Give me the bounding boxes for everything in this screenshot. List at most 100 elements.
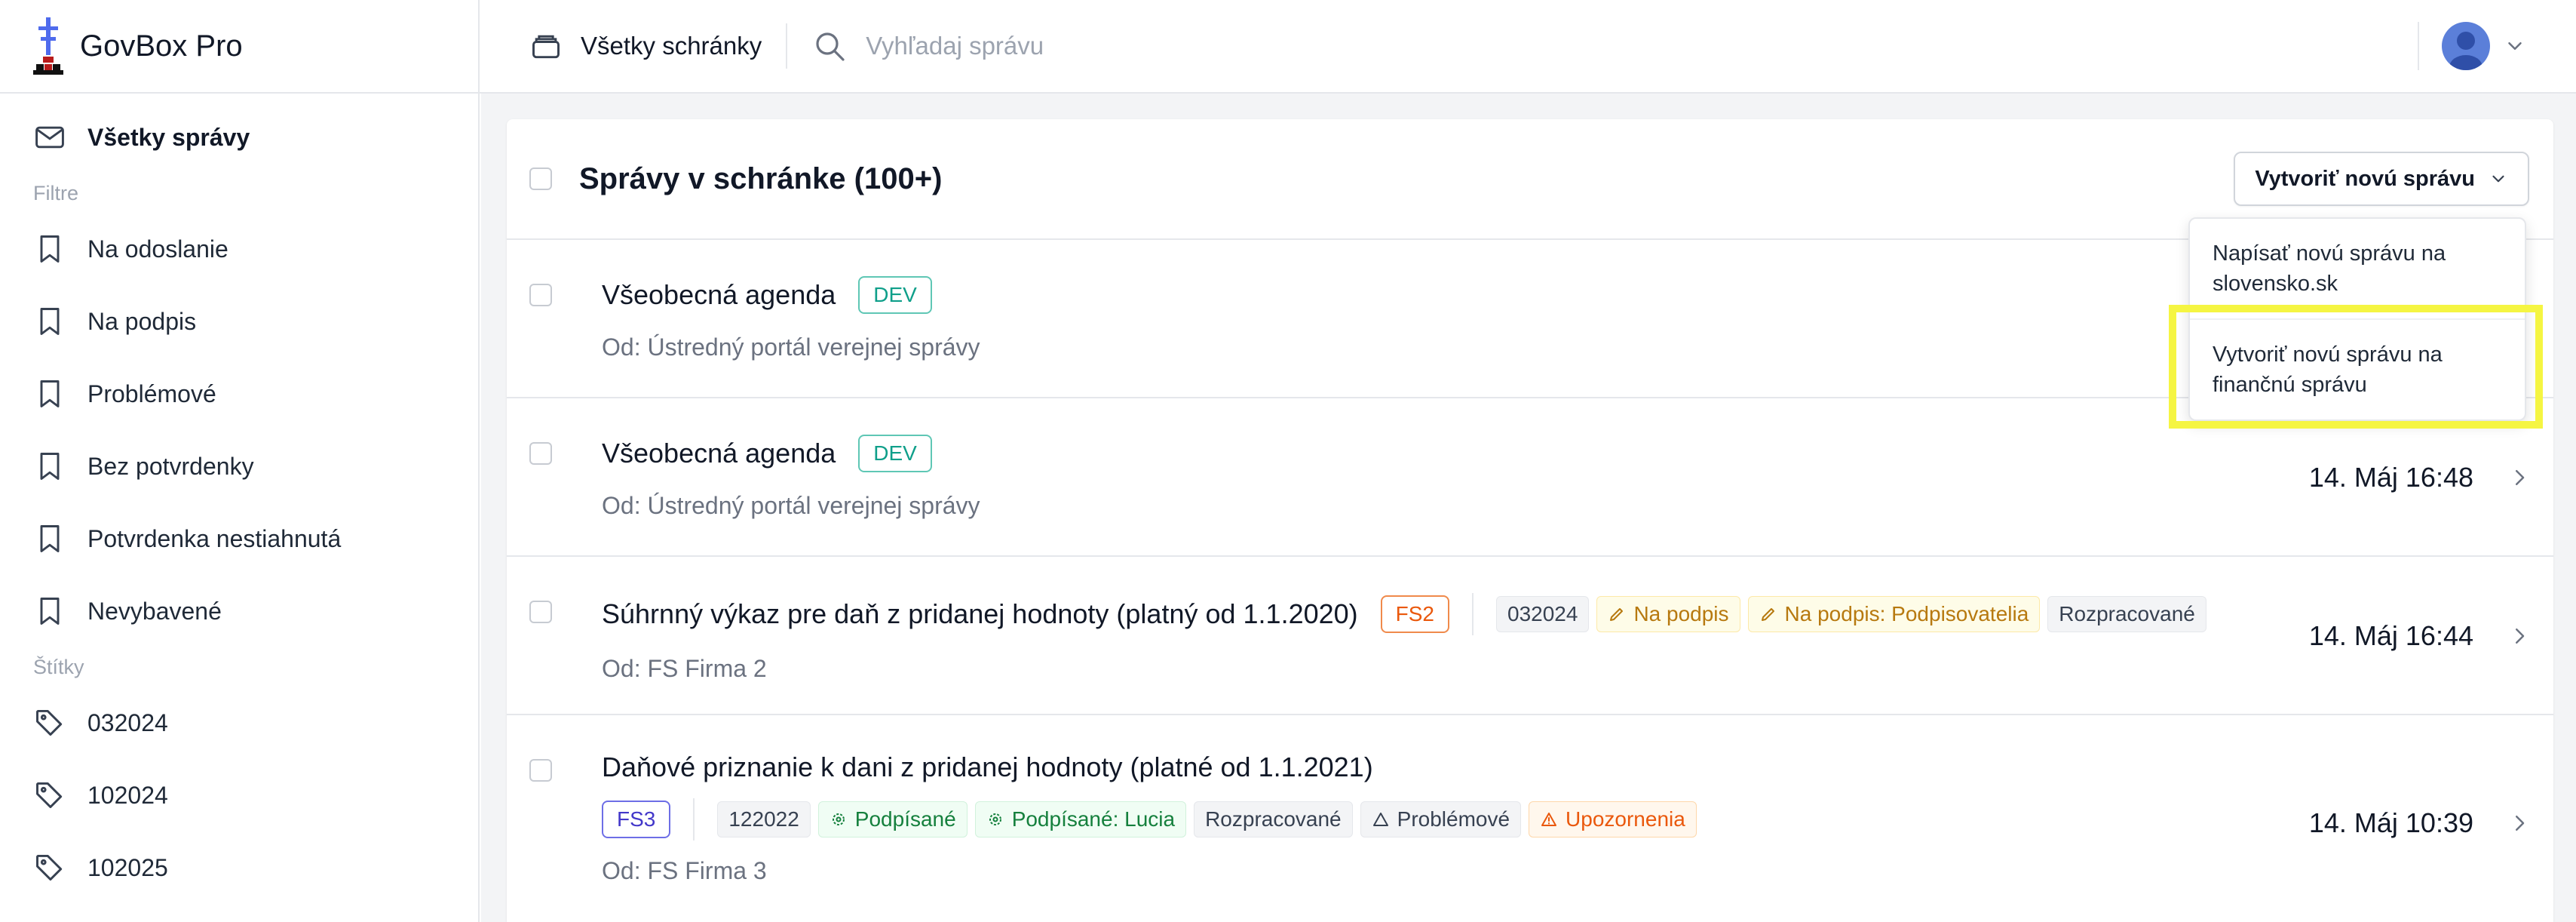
sidebar-item-label: 102024 (87, 781, 168, 809)
message-row[interactable]: Daňové priznanie k dani z pridanej hodno… (507, 715, 2553, 922)
tag-chip-label: Na podpis (1633, 602, 1729, 625)
tag-chip-label: Problémové (1397, 807, 1510, 831)
message-checkbox[interactable] (529, 284, 552, 306)
search-bar (811, 28, 2418, 64)
inbox-badge: DEV (858, 276, 932, 314)
bookmark-icon (40, 235, 60, 263)
message-title: Daňové priznanie k dani z pridanej hodno… (602, 751, 1373, 782)
sidebar-item-filter[interactable]: Bez potvrdenky (0, 430, 478, 502)
message-title: Všeobecná agenda (602, 279, 836, 310)
tag-chip-to-sign: Na podpis (1596, 596, 1740, 632)
search-icon (816, 32, 845, 61)
sidebar-item-filter[interactable]: Potvrdenka nestiahnutá (0, 502, 478, 575)
chevron-down-icon (2508, 42, 2522, 50)
sidebar: GovBox Pro Všetky správy Filtre Na odosl… (0, 0, 480, 922)
sidebar-item-filter[interactable]: Na podpis (0, 285, 478, 358)
govbox-logo-icon (33, 17, 63, 75)
new-message-button[interactable]: Vytvoriť novú správu (2234, 152, 2529, 206)
warning-icon (1372, 813, 1388, 826)
new-message-label: Vytvoriť novú správu (2255, 166, 2475, 191)
seal-icon (989, 813, 1001, 825)
search-input[interactable] (866, 32, 1545, 60)
bookmark-icon (40, 453, 60, 480)
sidebar-item-tag[interactable]: 102024 (0, 759, 478, 831)
tag-chip: 032024 (1496, 596, 1590, 632)
message-checkbox[interactable] (529, 759, 552, 782)
tag-chip-to-sign-signers: Na podpis: Podpisovatelia (1747, 596, 2041, 632)
sidebar-item-label: Na podpis (87, 307, 197, 335)
inbox-badge: FS2 (1380, 595, 1449, 633)
tag-icon (36, 854, 63, 881)
tags-heading: Štítky (33, 655, 84, 678)
tag-chip-problematic: Problémové (1360, 801, 1522, 837)
avatar (2442, 22, 2490, 70)
tag-chip-warnings: Upozornenia (1529, 801, 1697, 837)
message-row[interactable]: Súhrnný výkaz pre daň z pridanej hodnoty… (507, 557, 2553, 715)
sidebar-item-filter[interactable]: Nevybavené (0, 575, 478, 647)
bookmark-icon (40, 380, 60, 407)
warning-icon (1541, 813, 1557, 826)
topbar: Všetky schránky (480, 0, 2576, 94)
message-sender: Od: Ústredný portál verejnej správy (602, 492, 980, 519)
message-title: Všeobecná agenda (602, 438, 836, 469)
message-checkbox[interactable] (529, 442, 552, 465)
divider (693, 798, 695, 841)
message-sender: Od: FS Firma 3 (602, 857, 767, 884)
bookmark-icon (40, 308, 60, 335)
message-date: 14. Máj 16:48 (2308, 462, 2473, 493)
tag-icon (36, 782, 63, 809)
inbox-stack-icon (532, 35, 560, 59)
sidebar-item-filter[interactable]: Problémové (0, 358, 478, 430)
all-inboxes-label: Všetky schránky (581, 32, 762, 60)
sidebar-item-tag[interactable]: 102025 (0, 831, 478, 904)
tag-chip-signed: Podpísané (817, 801, 968, 837)
seal-icon (832, 813, 845, 825)
envelope-icon (35, 126, 64, 149)
sidebar-item-label: Všetky správy (87, 123, 250, 151)
sidebar-item-label: Na odoslanie (87, 235, 228, 263)
sidebar-item-label: 102025 (87, 853, 168, 881)
brand[interactable]: GovBox Pro (0, 0, 478, 94)
page-title: Správy v schránke (100+) (579, 161, 943, 195)
sidebar-item-tag[interactable]: 032024 (0, 687, 478, 759)
tag-chip: Rozpracované (2047, 596, 2206, 632)
user-menu[interactable] (2418, 22, 2526, 70)
message-sender: Od: FS Firma 2 (602, 655, 767, 682)
inbox-badge: FS3 (602, 801, 671, 838)
tag-chip-label: Na podpis: Podpisovatelia (1784, 602, 2029, 625)
tag-chip-label: Podpísané (854, 807, 956, 831)
divider (1472, 593, 1474, 635)
sidebar-item-label: Potvrdenka nestiahnutá (87, 524, 342, 552)
pencil-icon (1610, 608, 1624, 621)
message-checkbox[interactable] (529, 601, 552, 623)
new-message-dropdown: Napísať novú správu na slovensko.sk Vytv… (2188, 217, 2526, 421)
dropdown-item-financna-sprava[interactable]: Vytvoriť novú správu na finančnú správu (2190, 318, 2525, 420)
chevron-right-icon (2516, 816, 2525, 831)
sidebar-item-label: 032024 (87, 708, 168, 736)
user-icon (2449, 32, 2482, 70)
bookmark-icon (40, 598, 60, 625)
all-inboxes-button[interactable]: Všetky schránky (529, 23, 788, 69)
chevron-right-icon (2516, 628, 2525, 644)
tag-chip-label: Podpísané: Lucia (1011, 807, 1176, 831)
tag-chip: Rozpracované (1194, 801, 1353, 837)
select-all-checkbox[interactable] (529, 167, 552, 190)
message-row[interactable]: Všeobecná agenda DEV Od: Ústredný portál… (507, 398, 2553, 557)
sidebar-item-label: Bez potvrdenky (87, 452, 254, 480)
dropdown-item-slovensko-sk[interactable]: Napísať novú správu na slovensko.sk (2190, 219, 2525, 318)
sidebar-item-all-messages[interactable]: Všetky správy (0, 101, 478, 174)
chevron-down-icon (2492, 175, 2504, 183)
message-date: 14. Máj 16:44 (2308, 620, 2473, 651)
chevron-right-icon (2516, 470, 2525, 485)
tag-chip-signed-user: Podpísané: Lucia (974, 801, 1187, 837)
sidebar-item-label: Nevybavené (87, 597, 222, 625)
inbox-badge: DEV (858, 435, 932, 472)
pencil-icon (1761, 608, 1774, 621)
message-title: Súhrnný výkaz pre daň z pridanej hodnoty… (602, 598, 1358, 629)
filters-heading: Filtre (33, 181, 78, 204)
tag-chip-label: Upozornenia (1566, 807, 1685, 831)
sidebar-item-filter[interactable]: Na odoslanie (0, 213, 478, 285)
tag-chip: 122022 (717, 801, 811, 837)
tag-icon (36, 709, 63, 736)
message-date: 14. Máj 10:39 (2308, 807, 2473, 838)
